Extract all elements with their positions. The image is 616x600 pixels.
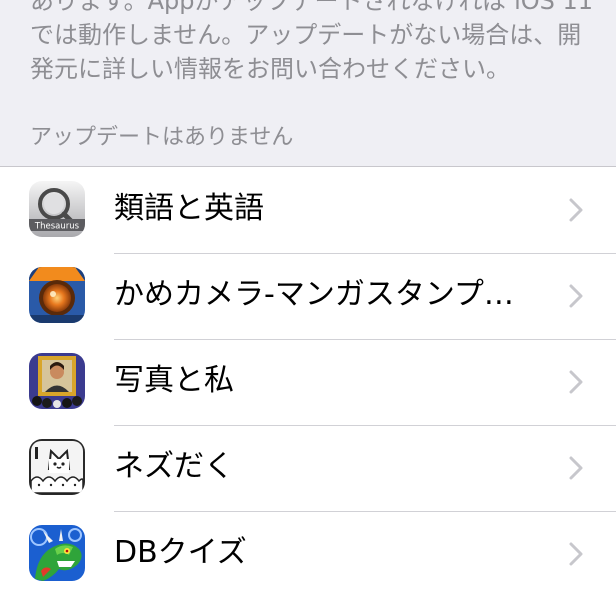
app-name: DBクイズ bbox=[114, 535, 247, 570]
info-line-1: あります。Appがアップデートされなければ iOS 11 bbox=[30, 0, 594, 15]
app-name: 写真と私 bbox=[114, 363, 234, 398]
chevron-right-icon bbox=[569, 198, 583, 222]
app-row-thesaurus[interactable]: Thesaurus 類語と英語 bbox=[0, 167, 616, 253]
app-list: Thesaurus 類語と英語 かめカメラ-マンガスタンプ… 写真と私 ネズだく… bbox=[0, 166, 616, 600]
chevron-right-icon bbox=[569, 370, 583, 394]
app-name: ネズだく bbox=[114, 449, 234, 484]
app-row-kame-camera[interactable]: かめカメラ-マンガスタンプ… bbox=[0, 253, 616, 339]
camera-lens-icon bbox=[29, 267, 85, 323]
app-name: かめカメラ-マンガスタンプ… bbox=[114, 277, 514, 312]
dragon-icon bbox=[29, 525, 85, 581]
thesaurus-icon: Thesaurus bbox=[29, 181, 85, 237]
app-compatibility-page: あります。Appがアップデートされなければ iOS 11 では動作しません。アッ… bbox=[0, 0, 616, 600]
app-row-nezudaku[interactable]: ネズだく bbox=[0, 425, 616, 511]
app-row-photo-and-me[interactable]: 写真と私 bbox=[0, 339, 616, 425]
cartoon-cat-icon bbox=[29, 439, 85, 495]
chevron-right-icon bbox=[569, 284, 583, 308]
framed-photo-icon bbox=[29, 353, 85, 409]
info-line-3: 発元に詳しい情報をお問い合わせください。 bbox=[30, 55, 510, 83]
chevron-right-icon bbox=[569, 456, 583, 480]
svg-text:Thesaurus: Thesaurus bbox=[34, 222, 80, 232]
app-name: 類語と英語 bbox=[114, 191, 264, 226]
compatibility-info-text: あります。Appがアップデートされなければ iOS 11 では動作しません。アッ… bbox=[30, 0, 594, 86]
chevron-right-icon bbox=[569, 542, 583, 566]
section-header-no-updates: アップデートはありません bbox=[30, 125, 294, 150]
app-row-db-quiz[interactable]: DBクイズ bbox=[0, 511, 616, 597]
info-line-2: では動作しません。アップデートがない場合は、開 bbox=[30, 21, 582, 49]
